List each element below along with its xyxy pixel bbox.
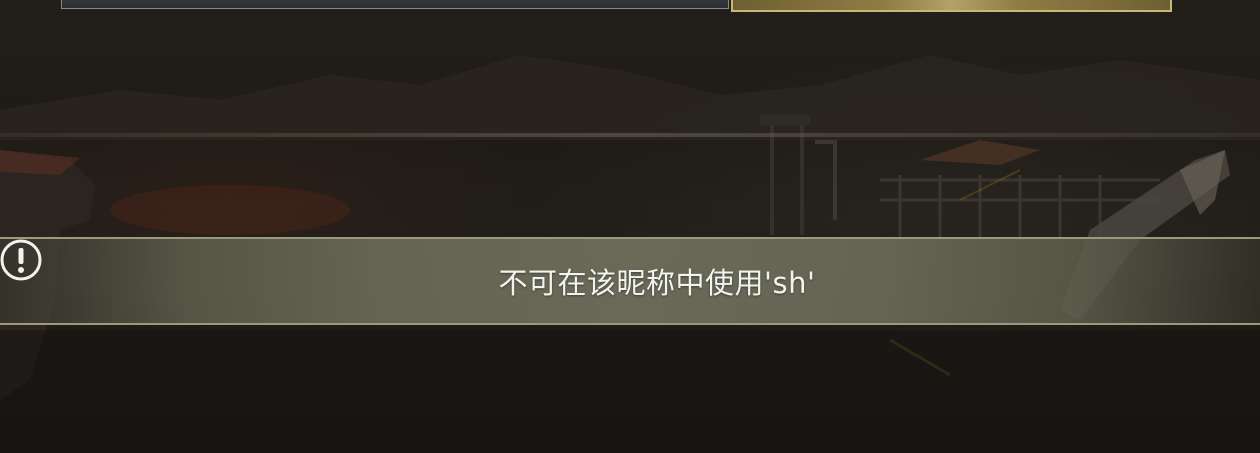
confirm-button[interactable] xyxy=(731,0,1172,12)
game-background: 不可在该昵称中使用'sh' xyxy=(0,0,1260,453)
toast-content: 不可在该昵称中使用'sh' xyxy=(0,239,816,302)
background-scenery xyxy=(0,55,1260,453)
error-toast: 不可在该昵称中使用'sh' xyxy=(0,237,1260,325)
exclamation-circle-icon xyxy=(0,239,477,302)
divider xyxy=(0,133,1260,137)
toast-message: 不可在该昵称中使用'sh' xyxy=(498,266,816,300)
nickname-input[interactable] xyxy=(61,0,729,9)
